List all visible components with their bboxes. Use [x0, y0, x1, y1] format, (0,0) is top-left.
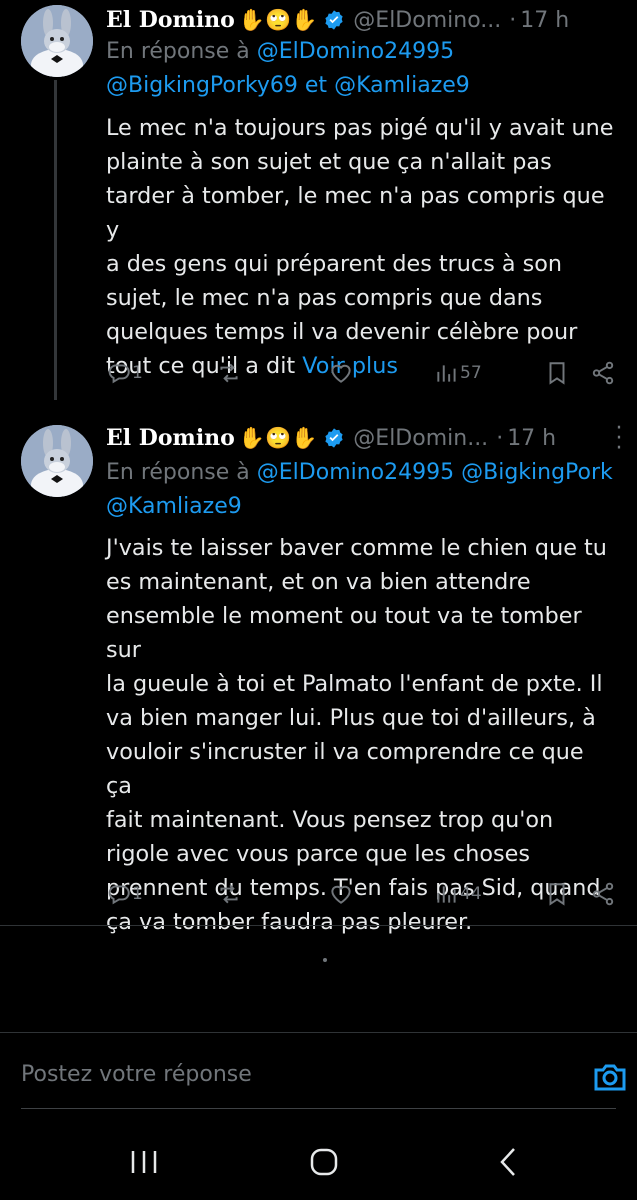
tweet-header: El Domino ✋🙄✋ @ElDomino... · 17 h [106, 2, 617, 38]
bookmark-button[interactable] [544, 355, 570, 391]
reply-count: 1 [132, 363, 143, 383]
name-emojis: ✋🙄✋ [238, 425, 318, 450]
handle[interactable]: @ElDomino... [353, 8, 501, 33]
mention-link[interactable]: @ElDomino24995 [257, 39, 454, 64]
thread-line [54, 80, 57, 400]
share-button[interactable] [590, 876, 616, 912]
reply-input[interactable]: Postez votre réponse [21, 1062, 252, 1087]
timestamp[interactable]: 17 h [507, 426, 556, 451]
back-icon[interactable] [488, 1142, 528, 1182]
tweet-header: El Domino ✋🙄✋ @ElDomin... · 17 h [106, 420, 617, 456]
reply-prefix: En réponse à [106, 460, 250, 485]
bookmark-icon [549, 883, 565, 906]
views-icon [437, 886, 456, 903]
text-line: a des gens qui préparent des trucs à son [106, 251, 563, 277]
loading-dot [323, 958, 327, 962]
text-line: J'vais te laisser baver comme le chien q… [106, 535, 607, 561]
mention-link[interactable]: @BigkingPorky69 [106, 73, 298, 98]
reply-button[interactable]: 1 [106, 876, 143, 912]
text-line: tarder à tomber, le mec n'a pas compris … [106, 183, 605, 243]
retweet-icon [220, 884, 238, 904]
reply-button[interactable]: 1 [106, 355, 143, 391]
text-line: plainte à son sujet et que ça n'allait p… [106, 149, 552, 175]
action-bar: 1 44 [106, 876, 616, 912]
avatar[interactable] [21, 425, 93, 497]
system-nav-bar [0, 1110, 637, 1200]
mention-link[interactable]: @ElDomino24995 @BigkingPork [257, 460, 613, 485]
timestamp[interactable]: 17 h [520, 8, 569, 33]
verified-badge-icon [325, 428, 343, 448]
mention-link[interactable]: @Kamliaze9 [106, 494, 242, 519]
text-line: Le mec n'a toujours pas pigé qu'il y ava… [106, 115, 614, 141]
reply-prefix: En réponse à [106, 39, 250, 64]
like-button[interactable] [328, 355, 354, 391]
tweet-2[interactable]: El Domino ✋🙄✋ @ElDomin... · 17 h · · · En … [0, 418, 637, 935]
more-options-icon[interactable]: · · · [613, 418, 625, 460]
reply-composer[interactable]: Postez votre réponse [0, 1033, 637, 1109]
like-icon [331, 364, 351, 383]
avatar[interactable] [21, 5, 93, 77]
text-line: vouloir s'incruster il va comprendre ce … [106, 739, 584, 799]
reply-to-line-2: @BigkingPorky69 et @Kamliaze9 [106, 69, 637, 103]
reply-to-line: En réponse à @ElDomino24995 [106, 35, 637, 69]
tweet-text: Le mec n'a toujours pas pigé qu'il y ava… [106, 111, 616, 383]
retweet-button[interactable] [216, 876, 242, 912]
home-icon[interactable] [304, 1142, 344, 1182]
views-button[interactable]: 57 [434, 355, 482, 391]
reply-icon [108, 364, 130, 384]
recents-icon[interactable] [124, 1142, 164, 1182]
bookmark-icon [549, 362, 565, 385]
share-button[interactable] [590, 355, 616, 391]
tweet-1[interactable]: El Domino ✋🙄✋ @ElDomino... · 17 h En rép… [0, 0, 637, 420]
reply-icon [108, 885, 130, 905]
reply-count: 1 [132, 884, 143, 904]
share-icon [592, 882, 614, 906]
text-line: sujet, le mec n'a pas compris que dans [106, 285, 543, 311]
divider [21, 1108, 616, 1109]
like-button[interactable] [328, 876, 354, 912]
text-line: ensemble le moment ou tout va te tomber … [106, 603, 582, 663]
text-line: fait maintenant. Vous pensez trop qu'on [106, 807, 554, 833]
display-name[interactable]: El Domino [106, 425, 235, 451]
camera-icon[interactable] [593, 1061, 627, 1093]
mention-link[interactable]: @Kamliaze9 [334, 73, 470, 98]
views-button[interactable]: 44 [434, 876, 482, 912]
share-icon [592, 361, 614, 385]
bookmark-button[interactable] [544, 876, 570, 912]
action-bar: 1 57 [106, 355, 616, 391]
retweet-icon [220, 363, 238, 383]
mention-and: et [304, 73, 328, 98]
display-name[interactable]: El Domino [106, 7, 235, 33]
separator-dot: · [509, 7, 517, 33]
name-emojis: ✋🙄✋ [238, 7, 318, 32]
divider [0, 925, 637, 926]
reply-to-line-2: @Kamliaze9 [106, 490, 637, 524]
like-icon [331, 885, 351, 904]
text-line: rigole avec vous parce que les choses [106, 841, 530, 867]
text-line: va bien manger lui. Plus que toi d'aille… [106, 705, 596, 731]
text-line: la gueule à toi et Palmato l'enfant de p… [106, 671, 603, 697]
views-count: 44 [460, 884, 482, 904]
handle[interactable]: @ElDomin... [353, 426, 488, 451]
views-count: 57 [460, 363, 482, 383]
separator-dot: · [496, 425, 504, 451]
text-line: quelques temps il va devenir célèbre pou… [106, 319, 578, 345]
retweet-button[interactable] [216, 355, 242, 391]
text-line: es maintenant, et on va bien attendre [106, 569, 531, 595]
views-icon [437, 365, 456, 382]
verified-badge-icon [325, 10, 343, 30]
reply-to-line: En réponse à @ElDomino24995 @BigkingPork [106, 456, 637, 490]
